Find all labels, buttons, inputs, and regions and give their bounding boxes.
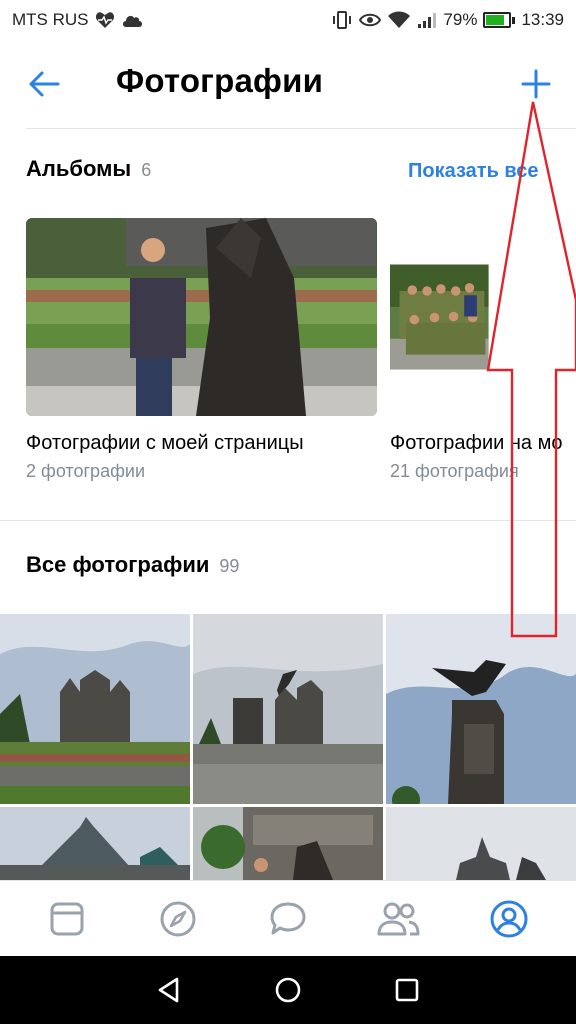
album-card[interactable]: Фотографии с моей страницы 2 фотографии bbox=[26, 218, 377, 482]
show-all-albums-link[interactable]: Показать все bbox=[408, 160, 538, 183]
wifi-icon bbox=[387, 11, 411, 29]
album-name: Фотографии на мо bbox=[390, 432, 563, 454]
header-divider bbox=[26, 128, 576, 129]
photo-thumbnail[interactable] bbox=[0, 807, 190, 880]
app-header: Фотографии bbox=[0, 48, 576, 122]
back-button[interactable] bbox=[22, 64, 66, 104]
explore-icon bbox=[160, 901, 196, 936]
tab-explore[interactable] bbox=[148, 889, 208, 949]
status-bar-right: 79% 13:39 bbox=[331, 10, 564, 30]
signal-icon bbox=[417, 11, 437, 29]
all-photos-title: Все фотографии bbox=[26, 552, 210, 577]
photo-thumbnail[interactable] bbox=[193, 614, 383, 804]
album-cover-image bbox=[390, 264, 489, 370]
tab-profile[interactable] bbox=[479, 889, 539, 949]
system-back-button[interactable] bbox=[144, 965, 194, 1015]
eye-icon bbox=[359, 12, 382, 28]
carrier-label: MTS RUS bbox=[12, 10, 89, 29]
photo-thumbnail[interactable] bbox=[0, 614, 190, 804]
status-bar: MTS RUS 79% 13:39 bbox=[0, 0, 576, 40]
system-recents-button[interactable] bbox=[382, 965, 432, 1015]
friends-icon bbox=[377, 902, 420, 935]
albums-title: Альбомы bbox=[26, 156, 132, 181]
battery-percent: 79% bbox=[443, 10, 478, 29]
tab-friends[interactable] bbox=[368, 889, 428, 949]
photo-thumbnail[interactable] bbox=[193, 807, 383, 880]
page-title: Фотографии bbox=[116, 62, 324, 99]
section-divider bbox=[0, 520, 576, 521]
add-photo-button[interactable] bbox=[512, 62, 560, 106]
all-photos-header: Все фотографии 99 bbox=[26, 552, 239, 578]
feed-icon bbox=[50, 902, 84, 935]
album-name: Фотографии с моей страницы bbox=[26, 432, 304, 454]
tab-feed[interactable] bbox=[37, 889, 97, 949]
home-circle-icon bbox=[275, 977, 301, 1003]
vibrate-icon bbox=[331, 10, 353, 30]
status-bar-left: MTS RUS bbox=[12, 10, 143, 30]
cloud-icon bbox=[121, 12, 143, 28]
recents-square-icon bbox=[395, 978, 418, 1002]
albums-header: Альбомы 6 Показать все bbox=[26, 156, 576, 188]
back-triangle-icon bbox=[159, 977, 179, 1003]
profile-icon bbox=[490, 900, 528, 937]
plus-icon bbox=[521, 69, 551, 99]
all-photos-count: 99 bbox=[219, 556, 240, 576]
battery-icon bbox=[483, 12, 516, 28]
arrow-left-icon bbox=[29, 71, 60, 97]
album-cover-image bbox=[26, 218, 377, 416]
album-photo-count: 2 фотографии bbox=[26, 461, 145, 481]
albums-count: 6 bbox=[141, 160, 152, 180]
system-home-button[interactable] bbox=[263, 965, 313, 1015]
heart-pulse-icon bbox=[95, 11, 115, 29]
clock: 13:39 bbox=[521, 10, 564, 29]
photo-thumbnail[interactable] bbox=[386, 614, 576, 804]
album-photo-count: 21 фотография bbox=[390, 461, 519, 481]
tab-messages[interactable] bbox=[258, 889, 318, 949]
album-card[interactable]: Фотографии на мо 21 фотография bbox=[390, 218, 576, 482]
system-nav-bar bbox=[0, 956, 576, 1024]
messages-icon bbox=[270, 902, 306, 934]
photo-thumbnail[interactable] bbox=[386, 807, 576, 880]
tab-bar bbox=[0, 880, 576, 956]
